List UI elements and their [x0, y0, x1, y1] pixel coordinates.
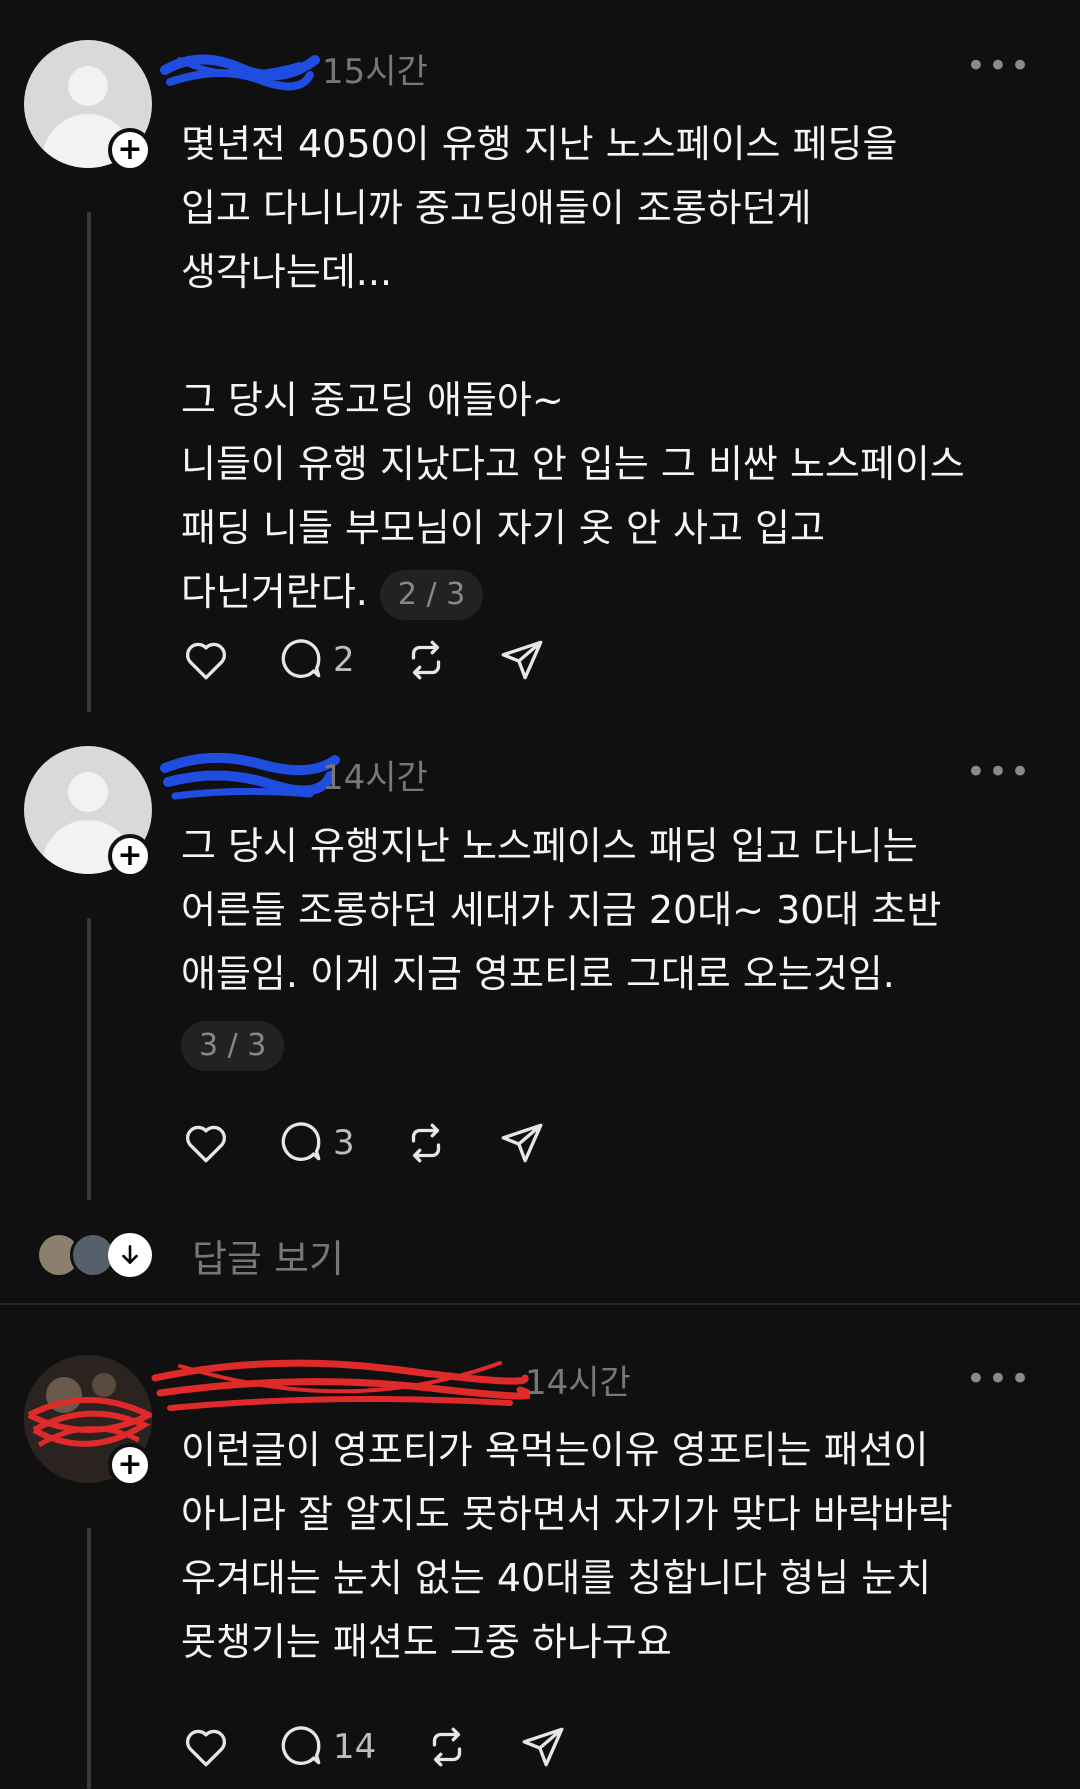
repost-icon	[433, 1727, 462, 1767]
repost-button[interactable]	[422, 1722, 472, 1772]
reply-count: 3	[333, 1123, 355, 1163]
post-text: 몇년전 4050이 유행 지난 노스페이스 페딩을 입고 다니니까 중고딩애들이…	[181, 112, 1041, 624]
post-actions: 3	[181, 1113, 593, 1173]
send-icon	[522, 1727, 564, 1767]
post-time: 14시간	[322, 758, 428, 798]
share-button[interactable]	[518, 1722, 568, 1772]
heart-icon	[185, 1729, 227, 1767]
thread-connector	[87, 918, 91, 1200]
comment-icon	[281, 1726, 321, 1766]
reply-button[interactable]: 3	[277, 1118, 355, 1168]
like-button[interactable]	[181, 1118, 231, 1168]
share-button[interactable]	[497, 1118, 547, 1168]
follow-plus-icon[interactable]: +	[108, 1443, 152, 1487]
follow-plus-icon[interactable]: +	[108, 128, 152, 172]
arrow-down-icon[interactable]	[108, 1233, 152, 1277]
post-body: 몇년전 4050이 유행 지난 노스페이스 페딩을 입고 다니니까 중고딩애들이…	[181, 122, 965, 614]
share-button[interactable]	[497, 635, 547, 685]
post-text: 그 당시 유행지난 노스페이스 패딩 입고 다니는 어른들 조롱하던 세대가 지…	[181, 814, 1041, 1071]
more-options-icon[interactable]: •••	[966, 1359, 1032, 1399]
more-options-icon[interactable]: •••	[966, 46, 1032, 86]
page-indicator: 2 / 3	[379, 569, 484, 620]
reply-count: 2	[333, 640, 355, 680]
reply-button[interactable]: 2	[277, 635, 355, 685]
see-replies-link[interactable]: 답글 보기	[192, 1228, 344, 1283]
section-divider	[0, 1303, 1080, 1305]
repost-button[interactable]	[401, 1118, 451, 1168]
post-actions: 2	[181, 630, 593, 690]
view-replies-row[interactable]: 답글 보기	[36, 1225, 344, 1285]
redacted-username-scribble	[160, 752, 340, 800]
post-body: 그 당시 유행지난 노스페이스 패딩 입고 다니는 어른들 조롱하던 세대가 지…	[181, 824, 942, 996]
post-time: 14시간	[525, 1363, 631, 1403]
comment-icon	[281, 639, 321, 679]
comment-icon	[281, 1122, 321, 1162]
repost-icon	[411, 640, 440, 680]
reply-count: 14	[333, 1727, 377, 1767]
thread-connector	[87, 1528, 91, 1789]
redacted-username-scribble	[160, 54, 320, 91]
repost-icon	[411, 1123, 440, 1163]
more-options-icon[interactable]: •••	[966, 752, 1032, 792]
send-icon	[501, 1123, 543, 1163]
heart-icon	[185, 1125, 227, 1163]
follow-plus-icon[interactable]: +	[108, 834, 152, 878]
repost-button[interactable]	[401, 635, 451, 685]
redacted-username-scribble	[151, 1359, 530, 1411]
post-actions: 14	[181, 1717, 614, 1777]
reply-button[interactable]: 14	[277, 1722, 376, 1772]
post-time: 15시간	[322, 52, 428, 92]
like-button[interactable]	[181, 1722, 231, 1772]
send-icon	[501, 640, 543, 680]
page-indicator: 3 / 3	[181, 1020, 285, 1071]
like-button[interactable]	[181, 635, 231, 685]
thread-connector	[87, 212, 91, 712]
post-text: 이런글이 영포티가 욕먹는이유 영포티는 패션이 아니라 잘 알지도 못하면서 …	[181, 1428, 953, 1664]
heart-icon	[185, 642, 227, 680]
